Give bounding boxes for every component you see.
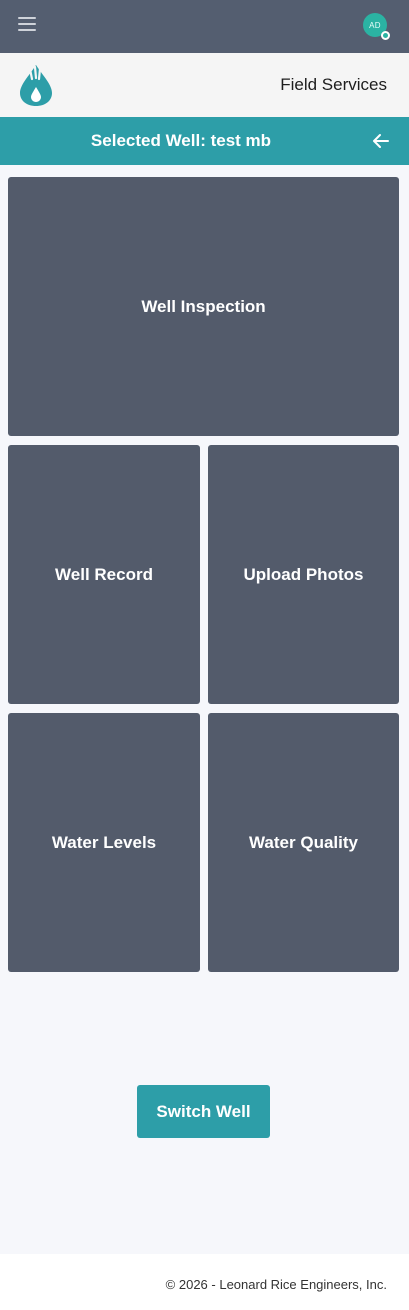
water-levels-tile[interactable]: Water Levels — [8, 713, 200, 972]
arrow-left-icon[interactable] — [370, 130, 392, 152]
footer: © 2026 - Leonard Rice Engineers, Inc. — [0, 1254, 409, 1310]
selected-well-label: Selected Well: test mb — [90, 131, 272, 150]
copyright-text: © 2026 - Leonard Rice Engineers, Inc. — [165, 1277, 387, 1292]
water-quality-tile[interactable]: Water Quality — [208, 713, 399, 972]
user-avatar[interactable]: AD — [363, 13, 390, 40]
avatar-initials: AD — [369, 20, 381, 30]
well-record-tile[interactable]: Well Record — [8, 445, 200, 704]
top-app-bar: AD — [0, 0, 409, 53]
brand-bar: Field Services — [0, 53, 409, 117]
well-inspection-tile[interactable]: Well Inspection — [8, 177, 399, 436]
upload-photos-tile[interactable]: Upload Photos — [208, 445, 399, 704]
switch-well-button[interactable]: Switch Well — [137, 1085, 270, 1138]
hamburger-menu-icon[interactable] — [18, 17, 36, 31]
selected-well-bar: Selected Well: test mb — [0, 117, 409, 165]
water-drop-hand-logo — [20, 65, 52, 106]
online-status-dot — [381, 31, 390, 40]
app-title: Field Services — [280, 75, 387, 94]
